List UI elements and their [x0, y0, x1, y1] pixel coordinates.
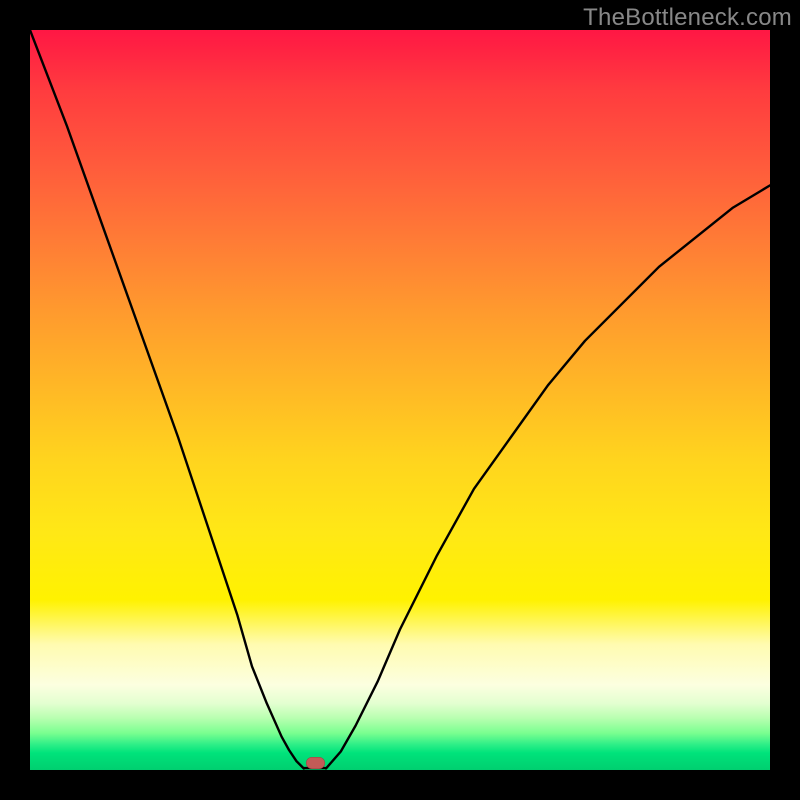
- outer-frame: TheBottleneck.com: [0, 0, 800, 800]
- bottom-marker: [306, 757, 325, 769]
- watermark-text: TheBottleneck.com: [583, 4, 792, 32]
- curve-overlay: [30, 30, 770, 770]
- plot-area: [30, 30, 770, 770]
- curve-path: [30, 30, 770, 769]
